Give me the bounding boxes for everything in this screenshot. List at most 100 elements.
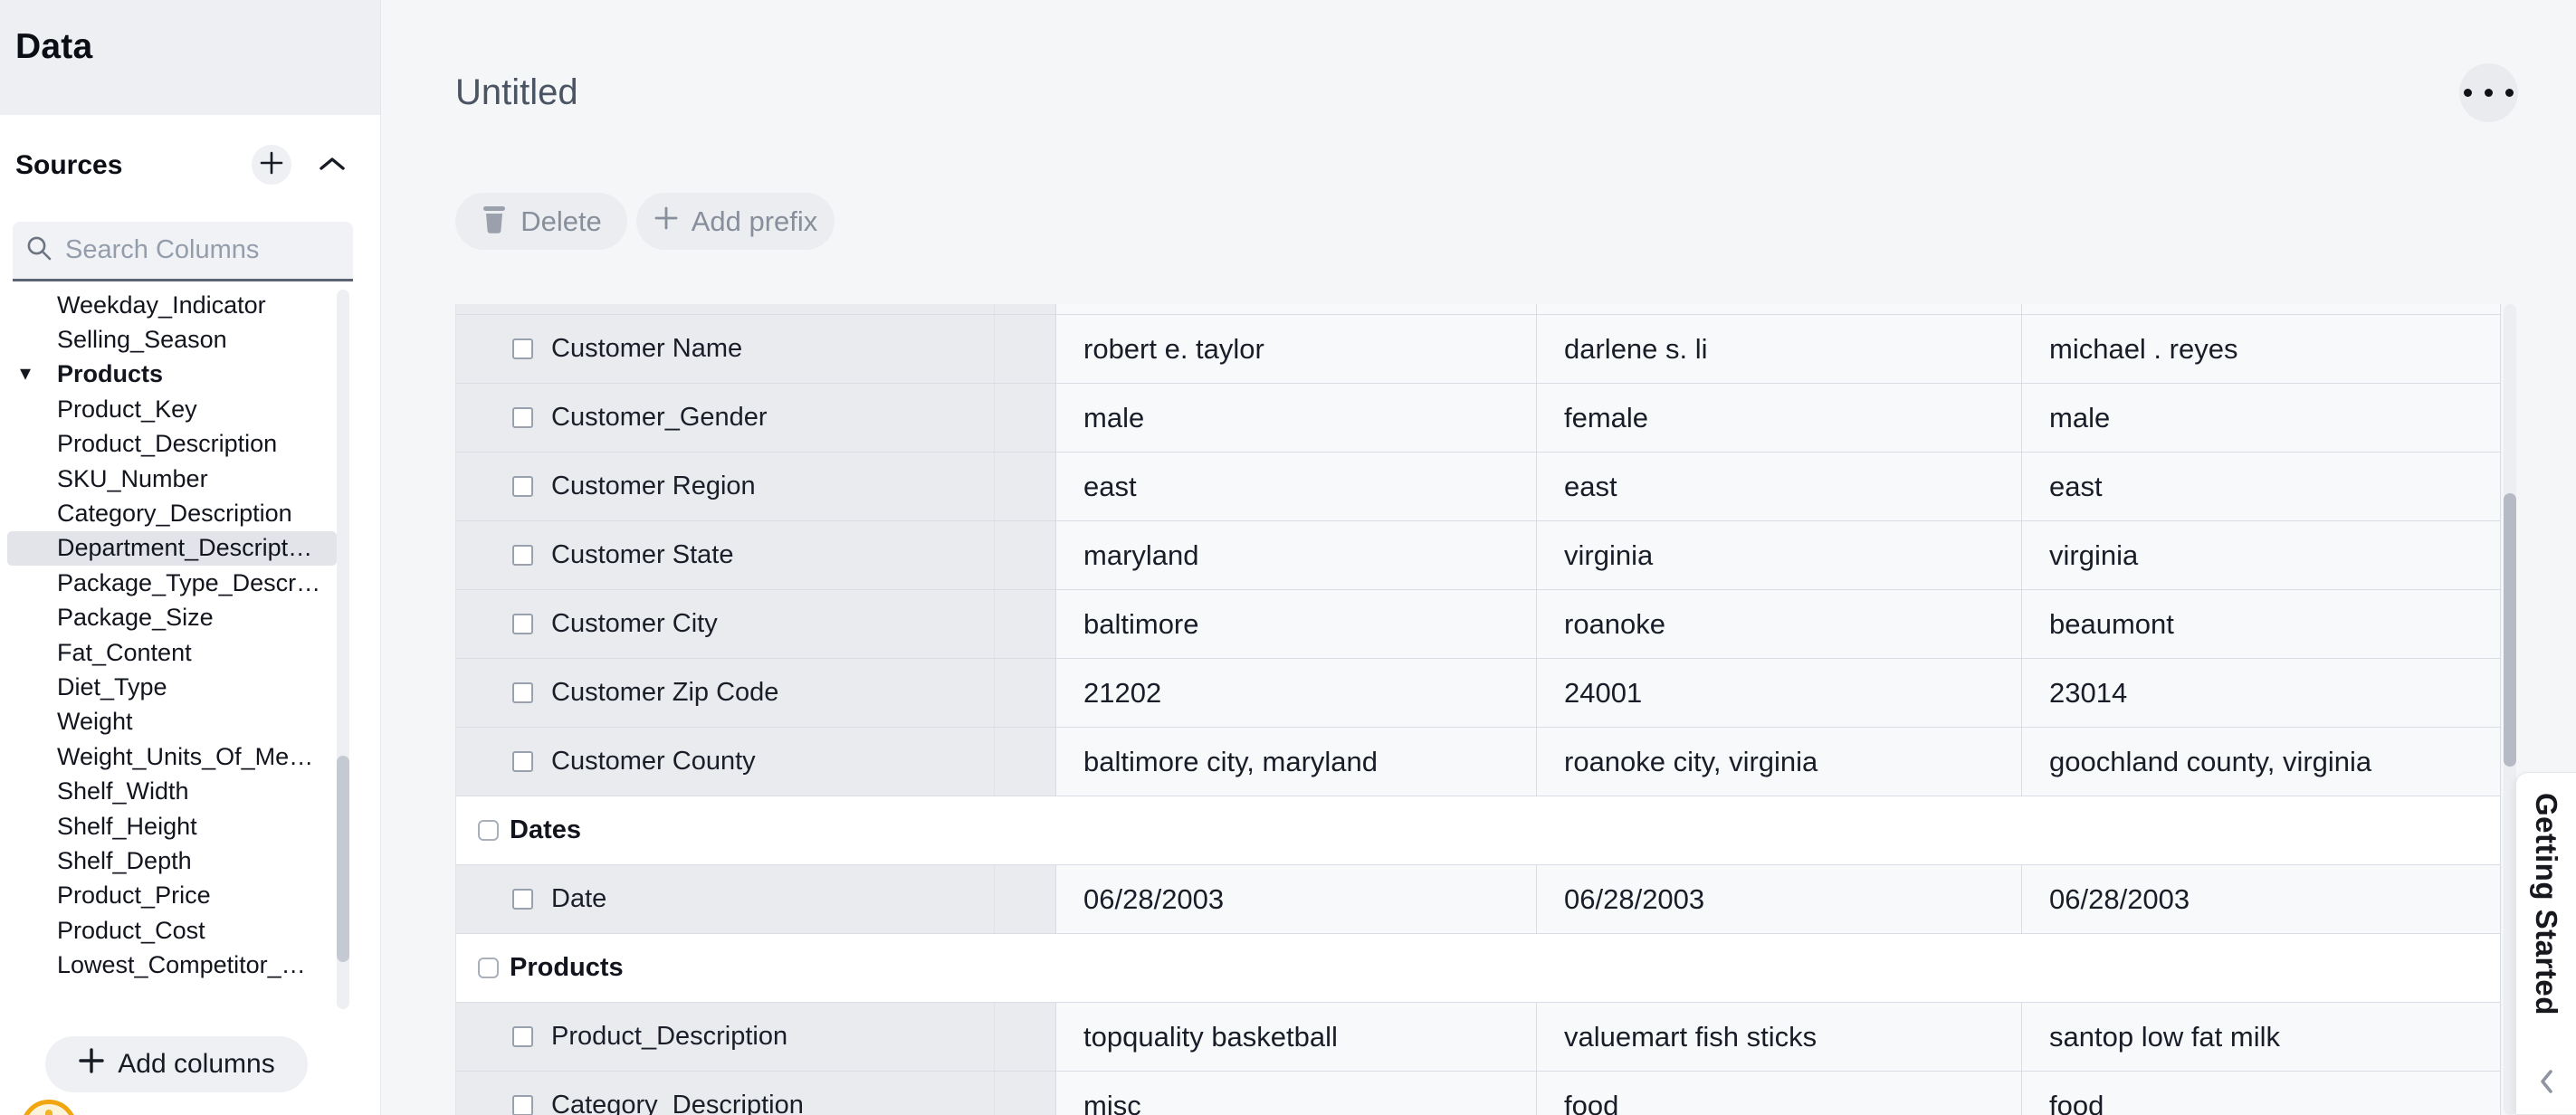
row-checkbox[interactable] bbox=[512, 751, 533, 772]
row-spacer-cell bbox=[994, 453, 1055, 520]
sidebar-column-item[interactable]: Fat_Content bbox=[7, 635, 337, 670]
row-label: Product_Description bbox=[551, 1022, 787, 1052]
value-cell: 06/28/2003 bbox=[1055, 865, 1536, 933]
plus-icon bbox=[78, 1047, 105, 1082]
table-scrollbar-thumb[interactable] bbox=[2504, 493, 2516, 767]
table-row: Customer Countybaltimore city, marylandr… bbox=[456, 728, 2500, 796]
add-columns-button[interactable]: Add columns bbox=[45, 1036, 308, 1092]
sidebar-column-label: Shelf_Height bbox=[57, 813, 197, 841]
value-cell: santop low fat milk bbox=[2021, 1003, 2501, 1071]
ellipsis-icon bbox=[2464, 89, 2472, 97]
value-cell: east bbox=[1055, 453, 1536, 520]
row-label-cell[interactable]: Customer State bbox=[456, 521, 994, 589]
sidebar-column-label: Lowest_Competitor_… bbox=[57, 951, 306, 979]
table-group-row[interactable]: Products bbox=[456, 934, 2500, 1003]
add-columns-label: Add columns bbox=[118, 1049, 274, 1080]
table-group-row[interactable]: Dates bbox=[456, 796, 2500, 865]
sidebar-column-item[interactable]: SKU_Number bbox=[7, 462, 337, 496]
row-checkbox[interactable] bbox=[512, 614, 533, 634]
row-checkbox[interactable] bbox=[512, 338, 533, 359]
row-label-cell[interactable]: Customer Region bbox=[456, 453, 994, 520]
sidebar-column-item[interactable]: Product_Key bbox=[7, 392, 337, 426]
page-title[interactable]: Untitled bbox=[455, 72, 578, 113]
row-label-cell[interactable]: Product_Description bbox=[456, 1003, 994, 1071]
sidebar-column-item[interactable]: Shelf_Height bbox=[7, 809, 337, 843]
value-cell: virginia bbox=[2021, 521, 2501, 589]
value-cell: roanoke city, virginia bbox=[1536, 728, 2021, 796]
row-label: Category_Description bbox=[551, 1091, 804, 1115]
table-row: Customer Regioneasteasteast bbox=[456, 453, 2500, 521]
row-label-cell[interactable]: Customer Zip Code bbox=[456, 659, 994, 727]
row-spacer-cell bbox=[994, 521, 1055, 589]
value-cell: valuemart fish sticks bbox=[1536, 1003, 2021, 1071]
sidebar-column-item[interactable]: Product_Description bbox=[7, 427, 337, 462]
table-row: Customer_Gendermalefemalemale bbox=[456, 384, 2500, 453]
sidebar-column-label: Product_Cost bbox=[57, 917, 205, 945]
more-options-button[interactable] bbox=[2459, 63, 2518, 122]
search-columns-input[interactable] bbox=[65, 235, 406, 265]
sidebar-column-item[interactable]: Weight_Units_Of_Me… bbox=[7, 739, 337, 774]
value-cell: 23014 bbox=[2021, 659, 2501, 727]
value-cell: misc bbox=[1055, 1072, 1536, 1115]
sources-section-header: Sources bbox=[0, 138, 380, 192]
row-label-cell[interactable]: Customer_Gender bbox=[456, 384, 994, 452]
row-label-cell[interactable]: Customer County bbox=[456, 728, 994, 796]
sidebar-column-item[interactable]: Lowest_Competitor_… bbox=[7, 948, 337, 982]
sidebar-group-item[interactable]: ▾Products bbox=[7, 357, 337, 392]
sidebar-column-label: Product_Price bbox=[57, 882, 211, 910]
row-checkbox[interactable] bbox=[512, 1095, 533, 1115]
value-cell: 06/28/2003 bbox=[1536, 865, 2021, 933]
search-columns-box[interactable] bbox=[13, 222, 353, 281]
sidebar-column-item[interactable]: Department_Descript… bbox=[7, 531, 337, 566]
value-cell: darlene s. li bbox=[1536, 315, 2021, 383]
group-checkbox[interactable] bbox=[478, 820, 499, 841]
sidebar-column-item[interactable]: Weight bbox=[7, 705, 337, 739]
sidebar-column-item[interactable]: Shelf_Depth bbox=[7, 843, 337, 878]
add-prefix-button[interactable]: Add prefix bbox=[636, 193, 835, 250]
row-checkbox[interactable] bbox=[512, 1026, 533, 1047]
value-cell: michael . reyes bbox=[2021, 315, 2501, 383]
chevron-up-icon bbox=[319, 156, 346, 176]
table-row: Customer Statemarylandvirginiavirginia bbox=[456, 521, 2500, 590]
row-label-cell[interactable]: Customer City bbox=[456, 590, 994, 658]
search-icon bbox=[25, 234, 65, 266]
group-checkbox[interactable] bbox=[478, 958, 499, 978]
row-label-cell[interactable]: Date bbox=[456, 865, 994, 933]
sidebar-column-item[interactable]: Package_Size bbox=[7, 601, 337, 635]
value-cell: roanoke bbox=[1536, 590, 2021, 658]
chevron-left-icon[interactable] bbox=[2538, 1068, 2554, 1100]
sidebar-column-item[interactable]: Package_Type_Descr… bbox=[7, 566, 337, 600]
delete-button[interactable]: Delete bbox=[455, 193, 627, 250]
sidebar-column-item[interactable]: Diet_Type bbox=[7, 670, 337, 704]
collapse-sources-button[interactable] bbox=[319, 152, 346, 179]
row-label-cell[interactable]: Category_Description bbox=[456, 1072, 994, 1115]
row-checkbox[interactable] bbox=[512, 476, 533, 497]
add-source-button[interactable] bbox=[252, 145, 291, 185]
sidebar-column-item[interactable]: Category_Description bbox=[7, 496, 337, 530]
sidebar-column-item[interactable]: Selling_Season bbox=[7, 322, 337, 357]
sidebar-column-label: SKU_Number bbox=[57, 465, 208, 493]
value-cell: 21202 bbox=[1055, 659, 1536, 727]
table-row: Customer Zip Code 212022400123014 bbox=[456, 659, 2500, 728]
sidebar-column-item[interactable]: Product_Cost bbox=[7, 913, 337, 948]
value-cell: food bbox=[1536, 1072, 2021, 1115]
row-spacer-cell bbox=[994, 315, 1055, 383]
row-label: Customer State bbox=[551, 540, 733, 570]
sidebar-column-item[interactable]: Product_Price bbox=[7, 879, 337, 913]
row-checkbox[interactable] bbox=[512, 889, 533, 910]
sidebar-column-item[interactable]: Shelf_Width bbox=[7, 774, 337, 808]
help-coin-icon[interactable] bbox=[21, 1100, 77, 1115]
sidebar-column-item[interactable]: Weekday_Indicator bbox=[7, 288, 337, 322]
getting-started-tab[interactable]: Getting Started bbox=[2515, 772, 2576, 1115]
row-checkbox[interactable] bbox=[512, 682, 533, 703]
table-row: Customer Namerobert e. taylordarlene s. … bbox=[456, 315, 2500, 384]
sidebar-scrollbar-thumb[interactable] bbox=[337, 756, 349, 962]
sidebar-column-label: Department_Descript… bbox=[57, 534, 312, 562]
row-checkbox[interactable] bbox=[512, 407, 533, 428]
value-cell: male bbox=[2021, 384, 2501, 452]
row-checkbox[interactable] bbox=[512, 545, 533, 566]
value-cell: 24001 bbox=[1536, 659, 2021, 727]
sources-label: Sources bbox=[15, 150, 122, 181]
triangle-down-icon[interactable]: ▾ bbox=[20, 363, 31, 385]
row-label-cell[interactable]: Customer Name bbox=[456, 315, 994, 383]
